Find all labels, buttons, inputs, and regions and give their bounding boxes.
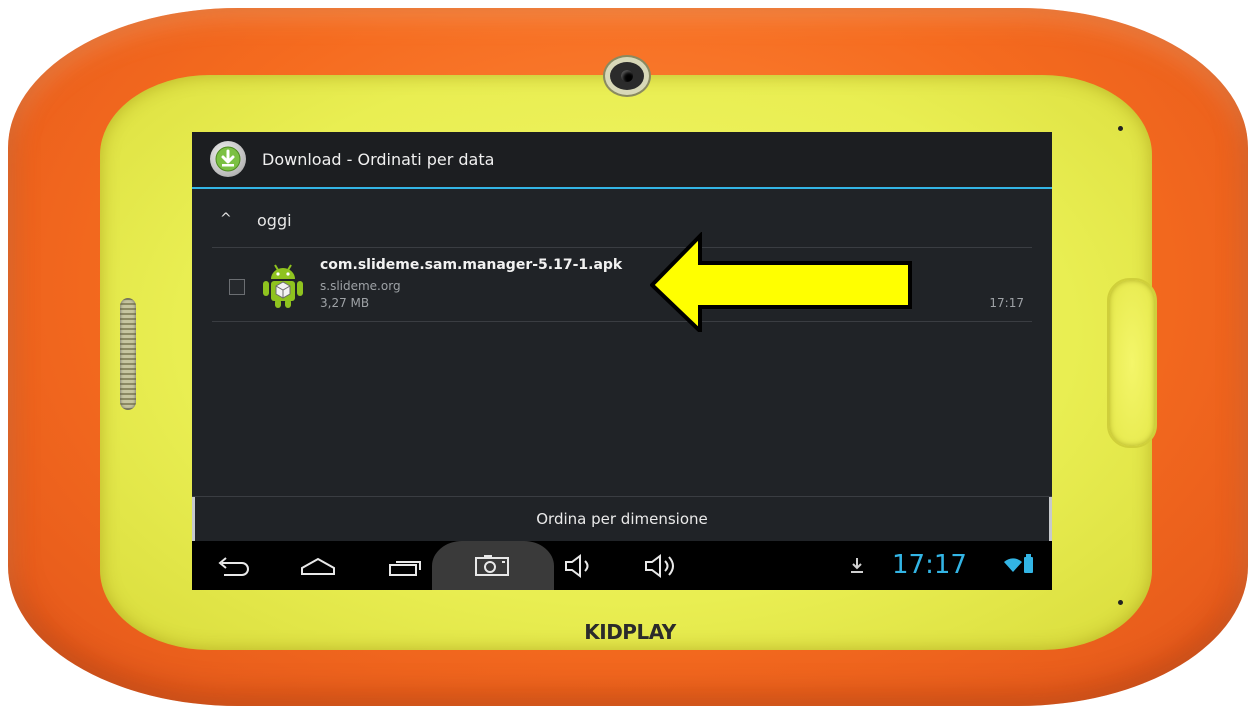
group-label: oggi — [257, 211, 292, 230]
download-source: s.slideme.org — [320, 279, 401, 293]
page-title: Download - Ordinati per data — [262, 150, 495, 169]
status-clock: 17:17 — [892, 550, 967, 580]
chevron-up-icon: ^ — [220, 211, 232, 227]
hardware-home-button[interactable] — [1107, 278, 1157, 448]
wifi-icon — [1004, 557, 1022, 577]
download-filename: com.slideme.sam.manager-5.17-1.apk — [320, 257, 623, 273]
volume-down-icon[interactable] — [560, 541, 606, 590]
battery-icon — [1024, 554, 1033, 573]
sensor-dot — [1118, 600, 1123, 605]
pointer-arrow — [649, 231, 914, 336]
download-size: 3,27 MB — [320, 296, 370, 310]
screenshot-icon[interactable] — [470, 541, 516, 590]
download-icon[interactable] — [210, 141, 246, 177]
action-bar: Download - Ordinati per data — [192, 132, 1052, 189]
recent-apps-icon[interactable] — [384, 541, 430, 590]
select-checkbox[interactable] — [229, 279, 245, 295]
sensor-dot — [1118, 126, 1123, 131]
system-navigation-bar: 17:17 — [192, 541, 1052, 590]
volume-up-icon[interactable] — [640, 541, 692, 590]
home-icon[interactable] — [296, 541, 342, 590]
download-status-icon — [850, 557, 864, 579]
speaker-grille — [120, 298, 136, 410]
android-icon — [260, 261, 306, 313]
screen: Download - Ordinati per data ^ oggi com.… — [192, 132, 1052, 590]
back-icon[interactable] — [212, 541, 258, 590]
download-time: 17:17 — [989, 296, 1024, 310]
brand-logo: KIDPLAY — [584, 620, 676, 644]
sort-by-size-button[interactable]: Ordina per dimensione — [192, 510, 1052, 528]
front-camera — [610, 62, 644, 90]
sort-bar: Ordina per dimensione — [192, 496, 1052, 541]
